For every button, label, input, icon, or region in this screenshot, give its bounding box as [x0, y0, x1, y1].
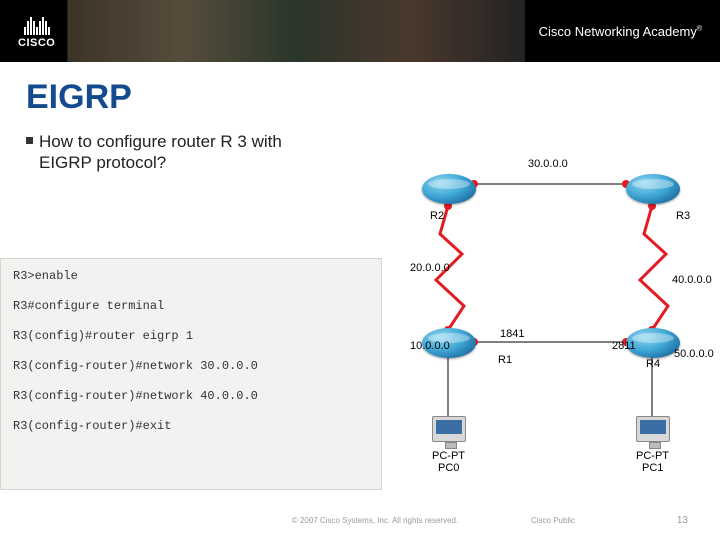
pc0-icon [432, 416, 466, 442]
header-photo-strip [67, 0, 524, 62]
cli-line: R3#configure terminal [13, 299, 369, 313]
net-10-label: 10.0.0.0 [410, 340, 450, 352]
cisco-bars-icon [24, 13, 50, 35]
header-bar: CISCO Cisco Networking Academy® [0, 0, 720, 62]
net-40-label: 40.0.0.0 [672, 274, 712, 286]
slide-content: EIGRP How to configure router R 3 with E… [0, 62, 720, 492]
cli-line: R3(config-router)#network 30.0.0.0 [13, 359, 369, 373]
footer-copyright: © 2007 Cisco Systems, Inc. All rights re… [272, 516, 478, 525]
cisco-logo: CISCO [18, 13, 55, 49]
footer-page-number: 13 [628, 515, 688, 526]
pc1-label: PC1 [642, 462, 663, 474]
footer: Presentation_ID © 2007 Cisco Systems, In… [0, 500, 720, 540]
cli-line: R3>enable [13, 269, 369, 283]
bullet-item: How to configure router R 3 with EIGRP p… [26, 131, 326, 174]
network-diagram: 30.0.0.0 R2 R3 20.0.0.0 40.0.0.0 10.0.0.… [390, 154, 710, 474]
pc1-type-label: PC-PT [636, 450, 669, 462]
router-r2-icon [422, 174, 476, 204]
net-50-label: 50.0.0.0 [674, 348, 714, 360]
academy-label: Cisco Networking Academy® [539, 24, 702, 39]
router-r4-label: R4 [646, 358, 660, 370]
slide-title: EIGRP [26, 78, 694, 117]
router-model-1841: 1841 [500, 328, 524, 340]
footer-classification: Cisco Public [478, 516, 628, 525]
net-20-label: 20.0.0.0 [410, 262, 450, 274]
router-r3-label: R3 [676, 210, 690, 222]
cli-line: R3(config)#router eigrp 1 [13, 329, 369, 343]
bullet-text: How to configure router R 3 with EIGRP p… [39, 131, 326, 174]
router-r1-label: R1 [498, 354, 512, 366]
logo-text: CISCO [18, 37, 55, 49]
cli-command-box: R3>enable R3#configure terminal R3(confi… [0, 258, 382, 490]
cli-line: R3(config-router)#exit [13, 419, 369, 433]
net-30-label: 30.0.0.0 [528, 158, 568, 170]
cli-line: R3(config-router)#network 40.0.0.0 [13, 389, 369, 403]
pc1-icon [636, 416, 670, 442]
router-model-2811: 2811 [612, 340, 636, 352]
router-r2-label: R2 [430, 210, 444, 222]
pc0-type-label: PC-PT [432, 450, 465, 462]
bullet-square-icon [26, 137, 33, 144]
pc0-label: PC0 [438, 462, 459, 474]
router-r3-icon [626, 174, 680, 204]
